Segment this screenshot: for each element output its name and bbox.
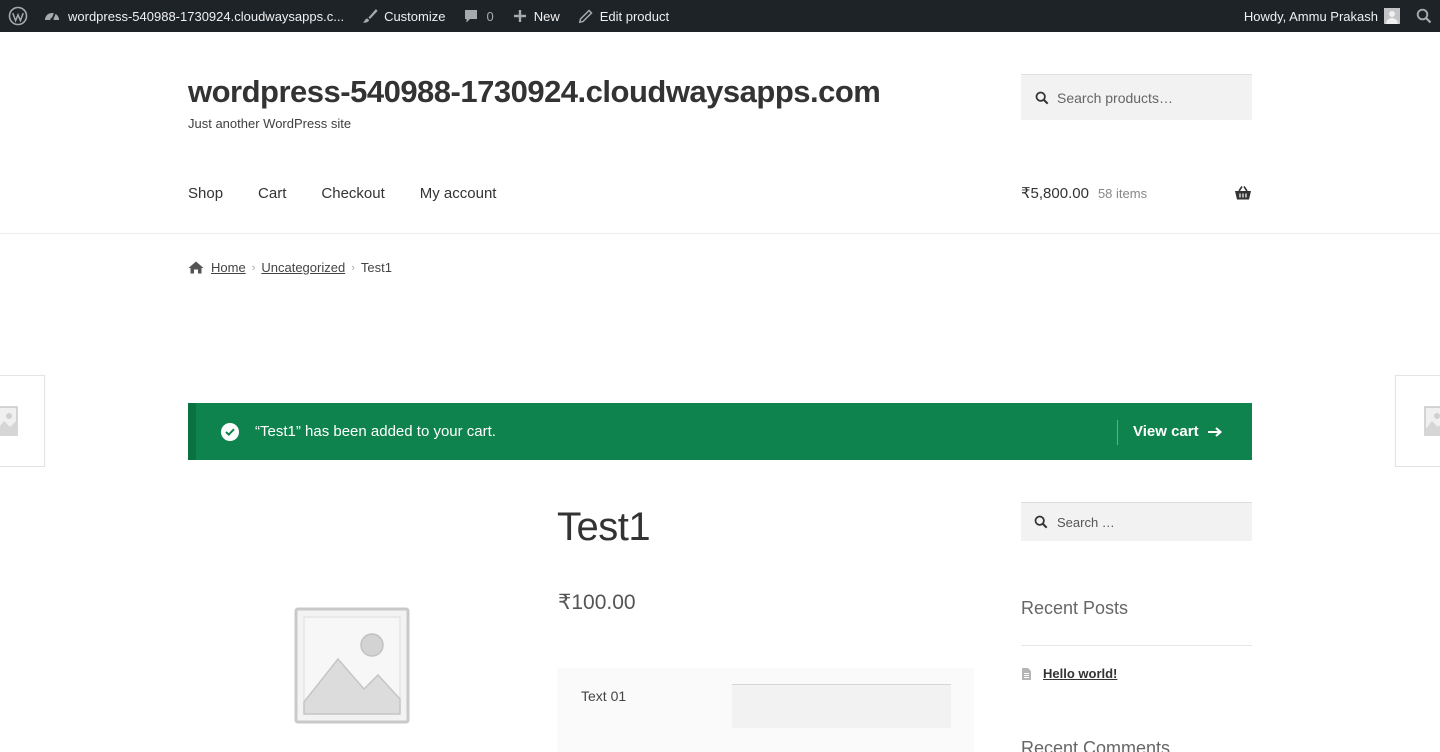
notice-divider (1117, 420, 1118, 445)
my-account-menu[interactable]: Howdy, Ammu Prakash (1236, 0, 1408, 32)
search-icon (1034, 515, 1048, 529)
cart-amount: ₹5,800.00 (1021, 185, 1089, 202)
site-title[interactable]: wordpress-540988-1730924.cloudwaysapps.c… (188, 74, 881, 110)
plus-icon (510, 6, 530, 26)
edit-product-label: Edit product (599, 8, 670, 24)
search-placeholder: Search products… (1057, 89, 1173, 106)
comment-bubble-icon (461, 6, 481, 26)
cart-item-count: 58 items (1097, 185, 1148, 201)
breadcrumb: Home › Uncategorized › Test1 (188, 260, 392, 275)
addon-text-input[interactable] (732, 684, 951, 728)
site-tagline: Just another WordPress site (188, 116, 352, 131)
widget-divider (1021, 645, 1252, 646)
new-label: New (533, 8, 560, 24)
placeholder-image-icon (0, 406, 18, 436)
howdy-label: Howdy, Ammu Prakash (1243, 8, 1378, 24)
product-title: Test1 (557, 505, 651, 549)
document-icon (1021, 667, 1032, 681)
new-content-menu[interactable]: New (502, 0, 568, 32)
paintbrush-icon (360, 6, 380, 26)
product-placeholder-image[interactable] (294, 607, 410, 724)
next-product-link[interactable] (1395, 375, 1440, 467)
nav-item-shop[interactable]: Shop (188, 185, 223, 202)
recent-posts-title: Recent Posts (1021, 598, 1129, 618)
site-name-menu[interactable]: wordpress-540988-1730924.cloudwaysapps.c… (36, 0, 352, 32)
recent-comments-title: Recent Comments (1021, 738, 1171, 752)
primary-navigation: Shop Cart Checkout My account (188, 185, 531, 202)
basket-icon (1234, 185, 1252, 205)
recent-post-link[interactable]: Hello world! (1043, 666, 1117, 681)
notice-message: “Test1” has been added to your cart. (255, 423, 496, 440)
site-name-label: wordpress-540988-1730924.cloudwaysapps.c… (68, 8, 345, 24)
nav-item-cart[interactable]: Cart (258, 185, 286, 202)
search-icon (1414, 6, 1434, 26)
product-search-input[interactable]: Search products… (1021, 74, 1252, 120)
arrow-right-icon (1207, 426, 1222, 437)
chevron-right-icon: › (351, 261, 355, 274)
admin-bar: wordpress-540988-1730924.cloudwaysapps.c… (0, 0, 1440, 32)
home-icon (188, 261, 204, 274)
header-cart[interactable]: ₹5,800.00 58 items (1021, 184, 1252, 202)
comments-link[interactable]: 0 (453, 0, 501, 32)
breadcrumb-current: Test1 (360, 260, 392, 275)
search-icon (1035, 91, 1049, 105)
check-circle-icon (221, 422, 239, 441)
edit-product-link[interactable]: Edit product (568, 0, 677, 32)
dashboard-icon (42, 6, 62, 26)
wordpress-logo-menu[interactable] (0, 0, 36, 32)
comments-count: 0 (486, 8, 494, 24)
list-item: Hello world! (1021, 666, 1117, 681)
header-divider (0, 233, 1440, 234)
nav-item-checkout[interactable]: Checkout (321, 185, 384, 202)
addon-label: Text 01 (581, 688, 627, 704)
customize-label: Customize (384, 8, 446, 24)
view-cart-button[interactable]: View cart (1133, 403, 1222, 460)
sidebar-search-placeholder: Search … (1057, 514, 1115, 530)
avatar (1384, 8, 1400, 24)
previous-product-link[interactable] (0, 375, 45, 467)
customize-link[interactable]: Customize (352, 0, 453, 32)
breadcrumb-home-link[interactable]: Home (211, 260, 246, 275)
pencil-icon (576, 6, 596, 26)
wordpress-logo-icon (8, 6, 28, 26)
product-addon-field: Text 01 (557, 668, 974, 752)
sidebar-search-input[interactable]: Search … (1021, 502, 1252, 541)
breadcrumb-category-link[interactable]: Uncategorized (261, 260, 345, 275)
product-price: ₹100.00 (558, 591, 636, 614)
chevron-right-icon: › (251, 261, 256, 274)
cart-success-notice: “Test1” has been added to your cart. Vie… (188, 403, 1252, 460)
nav-item-my-account[interactable]: My account (420, 185, 497, 202)
admin-search-toggle[interactable] (1408, 0, 1440, 32)
view-cart-label: View cart (1133, 423, 1199, 440)
placeholder-image-icon (1424, 406, 1440, 436)
